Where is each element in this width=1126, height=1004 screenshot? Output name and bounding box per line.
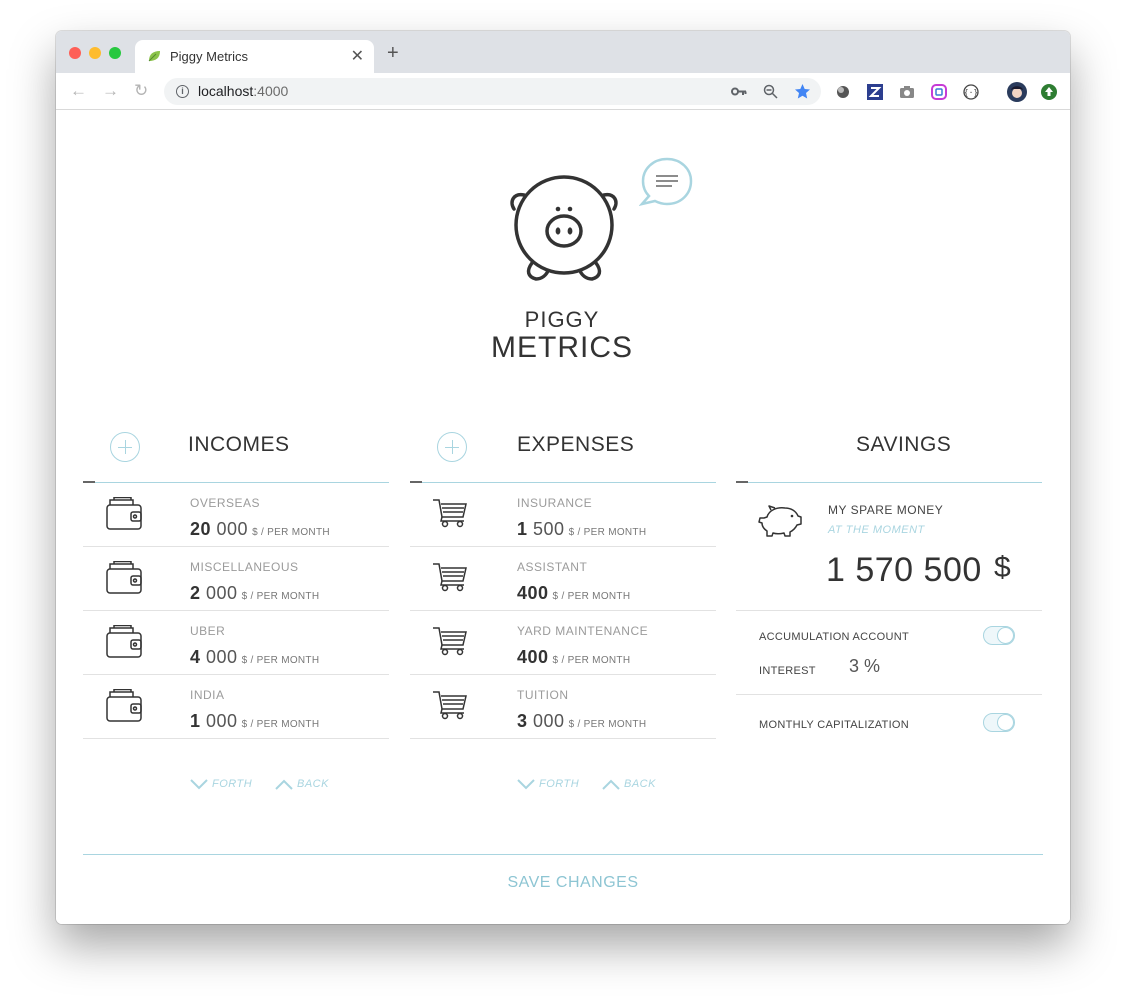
expense-title: YARD MAINTENANCE (517, 624, 649, 638)
expenses-forth-button[interactable]: FORTH (517, 778, 579, 790)
expense-item[interactable]: YARD MAINTENANCE 400 $ / PER MONTH (410, 611, 716, 675)
close-window-button[interactable] (69, 47, 81, 59)
footer-divider (83, 854, 1043, 855)
new-tab-button[interactable]: + (387, 43, 399, 63)
incomes-title: INCOMES (188, 433, 290, 456)
expense-item[interactable]: ASSISTANT 400 $ / PER MONTH (410, 547, 716, 611)
wallet-icon (106, 625, 142, 658)
savings-divider (736, 481, 1042, 483)
income-list: OVERSEAS 20 000 $ / PER MONTH MISCELLANEO… (83, 483, 389, 739)
reload-icon[interactable]: ↻ (134, 81, 148, 101)
camera-icon[interactable] (899, 84, 915, 100)
add-expense-button[interactable] (437, 432, 467, 462)
wallet-icon (106, 497, 142, 530)
monthly-capitalization-toggle[interactable] (983, 713, 1015, 732)
tab-title: Piggy Metrics (170, 49, 249, 64)
zoom-out-icon[interactable] (763, 84, 778, 99)
back-arrow-icon[interactable]: ← (70, 81, 87, 101)
extension-code-icon[interactable]: {·} (963, 84, 979, 100)
url-text: localhost:4000 (198, 83, 289, 99)
expenses-back-button[interactable]: BACK (602, 778, 656, 790)
brand-line-2: METRICS (491, 331, 633, 364)
minimize-window-button[interactable] (89, 47, 101, 59)
accumulation-account-toggle[interactable] (983, 626, 1015, 645)
shopping-cart-icon (433, 627, 467, 656)
save-changes-button[interactable]: SAVE CHANGES (493, 874, 653, 892)
forward-arrow-icon[interactable]: → (102, 81, 119, 101)
income-amount[interactable]: 2 000 $ / PER MONTH (190, 583, 319, 604)
spare-money-subtitle: AT THE MOMENT (828, 524, 925, 536)
page-content: PIGGY METRICS INCOMES OVERSEAS 20 000 $ /… (56, 111, 1070, 924)
piggy-bank-icon (758, 505, 802, 537)
piggy-logo-icon (510, 175, 618, 281)
expense-amount[interactable]: 400 $ / PER MONTH (517, 647, 630, 668)
extension-circle-icon[interactable] (835, 84, 851, 100)
close-tab-icon[interactable]: ✕ (351, 46, 364, 66)
interest-value[interactable]: 3 % (849, 656, 880, 677)
income-item[interactable]: MISCELLANEOUS 2 000 $ / PER MONTH (83, 547, 389, 611)
extension-z-icon[interactable] (867, 84, 883, 100)
expense-title: TUITION (517, 688, 569, 702)
leaf-icon (148, 51, 160, 62)
chevron-down-icon (190, 778, 208, 790)
chat-bubble-icon[interactable] (639, 156, 695, 210)
income-title: MISCELLANEOUS (190, 560, 299, 574)
income-item[interactable]: UBER 4 000 $ / PER MONTH (83, 611, 389, 675)
maximize-window-button[interactable] (109, 47, 121, 59)
browser-window: Piggy Metrics ✕ + ← → ↻ i localhost:4000 (56, 31, 1070, 924)
interest-label: INTEREST (759, 665, 816, 677)
shopping-cart-icon (433, 563, 467, 592)
chevron-up-icon (275, 779, 293, 790)
expense-item[interactable]: TUITION 3 000 $ / PER MONTH (410, 675, 716, 739)
browser-toolbar: ← → ↻ i localhost:4000 {·} (56, 73, 1070, 110)
expense-amount[interactable]: 400 $ / PER MONTH (517, 583, 630, 604)
income-title: INDIA (190, 688, 225, 702)
expense-title: ASSISTANT (517, 560, 588, 574)
add-income-button[interactable] (110, 432, 140, 462)
shopping-cart-icon (433, 691, 467, 720)
key-icon[interactable] (731, 85, 747, 98)
address-bar[interactable]: i localhost:4000 (164, 78, 821, 105)
income-item[interactable]: OVERSEAS 20 000 $ / PER MONTH (83, 483, 389, 547)
brand-line-1: PIGGY (524, 307, 600, 332)
chevron-up-icon (602, 779, 620, 790)
wallet-icon (106, 689, 142, 722)
info-icon[interactable]: i (176, 85, 189, 98)
monthly-capitalization-label: MONTHLY CAPITALIZATION (759, 719, 910, 731)
incomes-back-button[interactable]: BACK (275, 778, 329, 790)
income-amount[interactable]: 4 000 $ / PER MONTH (190, 647, 319, 668)
savings-divider-1 (736, 610, 1042, 611)
income-item[interactable]: INDIA 1 000 $ / PER MONTH (83, 675, 389, 739)
income-title: OVERSEAS (190, 496, 261, 510)
extension-square-icon[interactable] (931, 84, 947, 100)
expense-amount[interactable]: 1 500 $ / PER MONTH (517, 519, 646, 540)
wallet-icon (106, 561, 142, 594)
accumulation-account-label: ACCUMULATION ACCOUNT (759, 631, 910, 643)
brand-title: PIGGY METRICS (462, 308, 662, 364)
spare-money-currency: $ (994, 551, 1011, 584)
chevron-down-icon (517, 778, 535, 790)
profile-avatar-icon[interactable] (1007, 82, 1027, 102)
incomes-forth-button[interactable]: FORTH (190, 778, 252, 790)
spare-money-amount[interactable]: 1 570 500 (826, 551, 982, 590)
spare-money-title: MY SPARE MONEY (828, 503, 944, 517)
income-title: UBER (190, 624, 226, 638)
expense-item[interactable]: INSURANCE 1 500 $ / PER MONTH (410, 483, 716, 547)
svg-text:{·}: {·} (964, 88, 978, 97)
shopping-cart-icon (433, 499, 467, 528)
expense-title: INSURANCE (517, 496, 593, 510)
income-amount[interactable]: 20 000 $ / PER MONTH (190, 519, 330, 540)
expense-list: INSURANCE 1 500 $ / PER MONTH ASSISTANT 4… (410, 483, 716, 739)
savings-divider-2 (736, 694, 1042, 695)
income-amount[interactable]: 1 000 $ / PER MONTH (190, 711, 319, 732)
tab-bar: Piggy Metrics ✕ + (56, 31, 1070, 73)
star-bookmark-icon[interactable] (794, 83, 811, 100)
browser-tab[interactable]: Piggy Metrics ✕ (135, 40, 374, 73)
expenses-title: EXPENSES (517, 433, 635, 456)
update-icon[interactable] (1041, 84, 1057, 100)
expense-amount[interactable]: 3 000 $ / PER MONTH (517, 711, 646, 732)
savings-title: SAVINGS (856, 433, 952, 456)
